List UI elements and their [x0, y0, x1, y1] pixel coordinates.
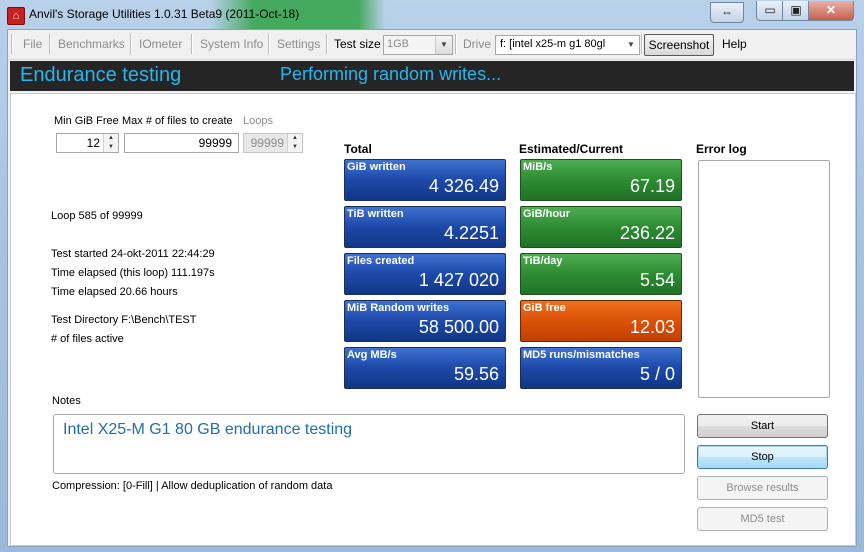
- menu-file[interactable]: File: [23, 37, 42, 51]
- header-band: Endurance testing Performing random writ…: [10, 61, 854, 91]
- tile-value: 4 326.49: [428, 176, 499, 196]
- compression-info: Compression: [0-Fill] | Allow deduplicat…: [52, 480, 333, 492]
- chevron-down-icon[interactable]: ▼: [288, 143, 302, 152]
- window-title: Anvil's Storage Utilities 1.0.31 Beta9 (…: [29, 7, 300, 21]
- menu-system-info[interactable]: System Info: [200, 37, 263, 51]
- tile-gib-free: GiB free 12.03: [520, 300, 682, 342]
- menu-separator: [268, 34, 270, 54]
- time-elapsed-total: Time elapsed 20.66 hours: [51, 286, 178, 298]
- loop-counter: Loop 585 of 99999: [51, 210, 143, 222]
- loops-label: Loops: [243, 115, 273, 127]
- screenshot-button[interactable]: Screenshot: [644, 34, 714, 56]
- max-files-value: 99999: [198, 136, 232, 150]
- tile-value: 4.2251: [443, 223, 499, 243]
- anvil-app-icon[interactable]: ⌂: [7, 7, 25, 25]
- tile-tib-written: TiB written 4.2251: [344, 206, 506, 248]
- menu-settings[interactable]: Settings: [277, 37, 320, 51]
- tile-tib-day: TiB/day 5.54: [520, 253, 682, 295]
- tile-value: 58 500.00: [418, 317, 499, 337]
- total-heading: Total: [344, 142, 372, 156]
- drive-select[interactable]: f: [intel x25-m g1 80gl ▼: [495, 35, 640, 55]
- menu-separator: [326, 34, 328, 54]
- tile-value: 59.56: [453, 364, 499, 384]
- start-button[interactable]: Start: [697, 414, 828, 438]
- tile-label: TiB/day: [523, 255, 563, 267]
- test-size-label: Test size: [334, 37, 381, 51]
- tile-label: Avg MB/s: [347, 349, 397, 361]
- client-area: File Benchmarks IOmeter System Info Sett…: [7, 29, 857, 547]
- tile-avg-mbs: Avg MB/s 59.56: [344, 347, 506, 389]
- max-files-input[interactable]: 99999: [124, 133, 239, 153]
- tile-label: GiB written: [347, 161, 406, 173]
- menu-separator: [49, 34, 51, 54]
- tile-files-created: Files created 1 427 020: [344, 253, 506, 295]
- tile-label: TiB written: [347, 208, 404, 220]
- loops-stepper[interactable]: ▲ ▼: [287, 134, 302, 152]
- chevron-down-icon[interactable]: ▼: [104, 143, 118, 152]
- error-log-box[interactable]: [698, 160, 830, 398]
- tile-label: MiB/s: [523, 161, 553, 173]
- tile-gib-written: GiB written 4 326.49: [344, 159, 506, 201]
- tile-value: 1 427 020: [418, 270, 499, 290]
- tile-label: MD5 runs/mismatches: [523, 349, 640, 361]
- test-started: Test started 24-okt-2011 22:44:29: [51, 248, 215, 260]
- menu-separator: [191, 34, 193, 54]
- drive-label: Drive: [463, 37, 492, 51]
- menu-iometer[interactable]: IOmeter: [139, 37, 182, 51]
- min-gib-free-label: Min GiB Free: [54, 115, 119, 127]
- menu-help[interactable]: Help: [722, 37, 747, 51]
- loops-value: 99999: [250, 136, 284, 150]
- min-gib-free-input[interactable]: 12 ▲ ▼: [56, 133, 119, 153]
- tile-value: 67.19: [629, 176, 675, 196]
- chevron-up-icon[interactable]: ▲: [104, 134, 118, 143]
- tile-label: MiB Random writes: [347, 302, 450, 314]
- drive-value: f: [intel x25-m g1 80gl: [500, 38, 606, 50]
- estimated-heading: Estimated/Current: [519, 142, 624, 156]
- test-size-select[interactable]: 1GB ▼: [383, 35, 453, 55]
- chevron-down-icon[interactable]: ▼: [435, 36, 452, 54]
- tile-value: 236.22: [619, 223, 675, 243]
- test-directory: Test Directory F:\Bench\TEST: [51, 314, 197, 326]
- loops-input[interactable]: 99999 ▲ ▼: [243, 133, 303, 153]
- stop-button[interactable]: Stop: [697, 445, 828, 469]
- menu-benchmarks[interactable]: Benchmarks: [58, 37, 125, 51]
- browse-results-button[interactable]: Browse results: [697, 476, 828, 500]
- min-gib-free-value: 12: [86, 136, 100, 150]
- chevron-up-icon[interactable]: ▲: [288, 134, 302, 143]
- tile-label: GiB/hour: [523, 208, 571, 220]
- title-bar[interactable]: ⌂ Anvil's Storage Utilities 1.0.31 Beta9…: [0, 0, 864, 30]
- menu-separator: [130, 34, 132, 54]
- min-gib-free-stepper[interactable]: ▲ ▼: [103, 134, 118, 152]
- tile-label: GiB free: [523, 302, 566, 314]
- error-log-heading: Error log: [696, 142, 747, 156]
- tile-value: 5 / 0: [639, 364, 675, 384]
- tile-mibs: MiB/s 67.19: [520, 159, 682, 201]
- tile-value: 5.54: [639, 270, 675, 290]
- menu-separator: [455, 34, 457, 54]
- menu-bar: File Benchmarks IOmeter System Info Sett…: [8, 30, 856, 60]
- tile-mib-random-writes: MiB Random writes 58 500.00: [344, 300, 506, 342]
- notes-label: Notes: [52, 395, 81, 407]
- menu-separator: [641, 34, 643, 54]
- chevron-down-icon[interactable]: ▼: [623, 36, 639, 54]
- maximize-button[interactable]: ▣: [782, 1, 810, 21]
- time-elapsed-loop: Time elapsed (this loop) 111.197s: [51, 267, 215, 279]
- tile-gib-hour: GiB/hour 236.22: [520, 206, 682, 248]
- tile-md5-runs: MD5 runs/mismatches 5 / 0: [520, 347, 682, 389]
- test-size-value: 1GB: [387, 38, 410, 50]
- minimize-button[interactable]: ▭: [756, 1, 784, 21]
- status-text: Performing random writes...: [280, 64, 502, 84]
- menu-separator: [11, 34, 13, 54]
- notes-text: Intel X25-M G1 80 GB endurance testing: [63, 421, 353, 438]
- md5-test-button[interactable]: MD5 test: [697, 507, 828, 531]
- main-panel: Min GiB Free 12 ▲ ▼ Max # of files to cr…: [10, 93, 856, 546]
- close-button[interactable]: ✕: [808, 1, 854, 21]
- tile-label: Files created: [347, 255, 415, 267]
- files-active: # of files active: [51, 333, 124, 345]
- resize-arrows-icon[interactable]: ⇔: [710, 2, 744, 23]
- tile-value: 12.03: [629, 317, 675, 337]
- page-title: Endurance testing: [20, 64, 182, 86]
- max-files-label: Max # of files to create: [122, 115, 233, 127]
- notes-textarea[interactable]: Intel X25-M G1 80 GB endurance testing: [53, 414, 685, 474]
